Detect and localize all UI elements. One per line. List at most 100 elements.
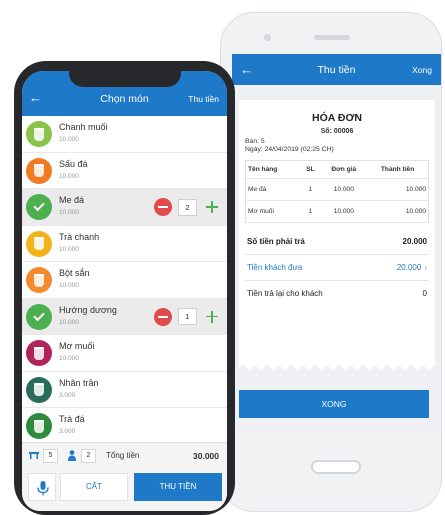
cell-item-name: Mơ muối: [245, 200, 301, 223]
pay-link[interactable]: Thu tiền: [188, 94, 219, 104]
plus-icon[interactable]: [203, 198, 221, 216]
cell-qty: 1: [300, 200, 321, 223]
list-item[interactable]: Trà đá 3.000: [22, 408, 227, 445]
chevron-right-icon: ›: [424, 263, 427, 272]
list-item[interactable]: Sấu đá 10.000: [22, 152, 227, 189]
customer-paid-amount: 20.000 ›: [397, 263, 427, 272]
home-button[interactable]: [311, 460, 361, 474]
receipt-items-table: Tên hàng SL Đơn giá Thành tiền Me đá 1 1…: [245, 160, 429, 223]
done-link[interactable]: Xong: [412, 65, 432, 75]
quantity-stepper: 1: [154, 307, 221, 326]
item-name: Bột sắn: [59, 268, 90, 278]
item-price: 3.000: [59, 391, 76, 399]
item-price: 10.000: [59, 318, 79, 326]
change-row: Tiền trả lại cho khách 0: [245, 281, 429, 306]
invoice-screen: ← Thu tiền Xong HÓA ĐƠN Số: 00006 Bàn: 5…: [232, 54, 441, 432]
customer-paid-row[interactable]: Tiền khách đưa 20.000 ›: [245, 255, 429, 281]
quantity-stepper: 2: [154, 198, 221, 216]
table-row: Mơ muối 1 10.000 10.000: [245, 200, 429, 223]
cup-icon: [26, 230, 52, 257]
list-item[interactable]: Hướng dương 10.000 1: [22, 298, 227, 335]
minus-icon[interactable]: [154, 307, 172, 326]
action-bar: CẤT THU TIỀN: [22, 468, 227, 511]
receipt-torn-edge: [239, 364, 435, 370]
customer-paid-label: Tiền khách đưa: [247, 263, 303, 272]
table-icon: [29, 452, 39, 459]
order-summary-bar: 5 2 Tổng tiền 30.000: [22, 442, 227, 468]
item-price: 10.000: [59, 355, 79, 362]
list-item[interactable]: Bột sắn 10.000: [22, 262, 227, 299]
list-item[interactable]: Trà chanh 10.000: [22, 225, 227, 262]
check-icon: [26, 303, 52, 330]
change-label: Tiền trả lại cho khách: [247, 289, 323, 298]
cup-icon: [26, 267, 52, 293]
cell-amount: 10.000: [367, 178, 429, 201]
app-showcase: ← Thu tiền Xong HÓA ĐƠN Số: 00006 Bàn: 5…: [0, 0, 445, 515]
list-item[interactable]: Chanh muối 10.000: [22, 116, 227, 153]
receipt-date-label: Ngày:: [245, 146, 263, 153]
menu-list: Chanh muối 10.000 Sấu đá 10.000 Me đá 10…: [22, 116, 227, 445]
cup-icon: [26, 413, 52, 439]
black-phone-frame: ← Chọn món Thu tiền Chanh muối 10.000 Sấ…: [14, 61, 235, 515]
plus-icon[interactable]: [203, 308, 221, 326]
item-name: Me đá: [59, 195, 85, 205]
item-name: Hướng dương: [59, 304, 117, 315]
cup-icon: [26, 157, 52, 184]
cell-unit-price: 10.000: [320, 200, 368, 223]
list-item[interactable]: Mơ muối 10.000: [22, 335, 227, 372]
receipt-number: Số: 00006: [245, 128, 429, 135]
receipt-table-value: 5: [260, 138, 265, 145]
customer-paid-value: 20.000: [396, 263, 422, 272]
quantity-value[interactable]: 2: [178, 198, 197, 216]
save-order-button[interactable]: CẤT: [60, 473, 128, 501]
total-value: 30.000: [193, 451, 219, 461]
item-price: 3.000: [59, 428, 76, 435]
microphone-icon: [37, 481, 49, 496]
camera: [264, 34, 271, 41]
minus-icon[interactable]: [154, 198, 172, 216]
col-item-name: Tên hàng: [245, 160, 301, 179]
receipt-date: Ngày: 24/04/2019 (02:25 CH): [245, 146, 429, 153]
total-due-label: Số tiền phải trả: [247, 237, 305, 246]
checkout-button[interactable]: THU TIỀN: [134, 473, 222, 501]
cup-icon: [26, 376, 52, 403]
cup-icon: [26, 121, 52, 147]
item-price: 10.000: [59, 136, 79, 143]
receipt-number-value: 00006: [333, 128, 354, 135]
quantity-value[interactable]: 1: [178, 308, 197, 325]
item-price: 10.000: [59, 209, 79, 216]
person-icon: [68, 450, 76, 461]
voice-button[interactable]: [28, 473, 56, 501]
phone-notch: [69, 69, 181, 87]
speaker: [314, 35, 350, 40]
list-item[interactable]: Me đá 10.000 2: [22, 189, 227, 226]
change-value: 0: [422, 289, 427, 298]
invoice-header: ← Thu tiền Xong: [232, 54, 441, 85]
cell-amount: 10.000: [367, 200, 429, 223]
item-name: Nhân trần: [59, 377, 99, 388]
item-price: 10.000: [59, 245, 79, 253]
menu-screen: ← Chọn món Thu tiền Chanh muối 10.000 Sấ…: [22, 71, 227, 511]
cell-qty: 1: [300, 178, 321, 201]
table-row: Me đá 1 10.000 10.000: [245, 178, 429, 201]
receipt-number-label: Số:: [320, 128, 332, 135]
total-due-value: 20.000: [402, 237, 427, 246]
cup-icon: [26, 340, 52, 366]
guest-count[interactable]: 2: [81, 449, 96, 463]
item-price: 10.000: [59, 172, 79, 180]
receipt: HÓA ĐƠN Số: 00006 Bàn: 5 Ngày: 24/04/201…: [239, 100, 435, 370]
list-item[interactable]: Nhân trần 3.000: [22, 371, 227, 408]
total-due-row: Số tiền phải trả 20.000: [245, 229, 429, 255]
col-qty: SL: [300, 160, 321, 179]
col-unit-price: Đơn giá: [320, 160, 368, 179]
table-number[interactable]: 5: [43, 449, 58, 463]
item-name: Sấu đá: [59, 158, 88, 169]
receipt-title: HÓA ĐƠN: [312, 112, 362, 124]
check-icon: [26, 194, 52, 220]
confirm-button[interactable]: XONG: [239, 390, 429, 418]
receipt-table-label: Bàn:: [245, 138, 259, 145]
total-label: Tổng tiền: [106, 451, 140, 460]
item-name: Trà đá: [59, 414, 85, 424]
item-name: Mơ muối: [59, 341, 95, 351]
receipt-date-value: 24/04/2019 (02:25 CH): [264, 146, 334, 153]
